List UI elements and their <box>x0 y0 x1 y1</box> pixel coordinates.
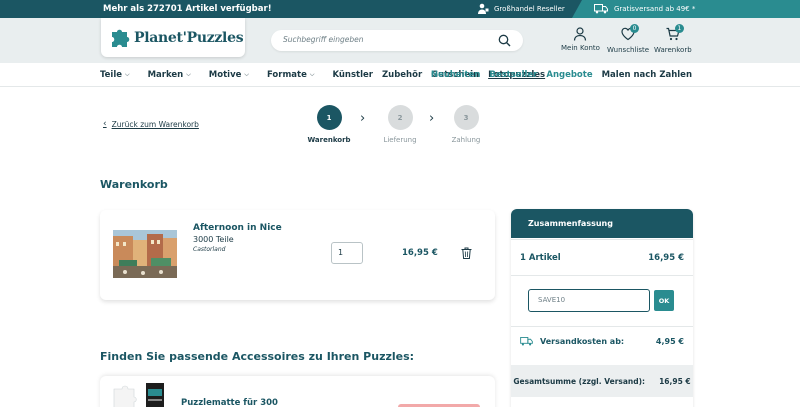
chevron-down-icon: ⌵ <box>186 71 191 78</box>
cart-count-badge: 1 <box>674 24 684 33</box>
step-label: Zahlung <box>451 136 481 144</box>
nav-item-bestseller[interactable]: Bestseller <box>489 70 537 80</box>
reseller-label: Großhandel Reseller <box>494 5 565 13</box>
shipping-banner: Gratisversand ab 49€ * <box>572 0 800 18</box>
quantity-input[interactable]: 1 <box>331 242 363 264</box>
account-button[interactable]: Mein Konto <box>561 27 600 52</box>
shipping-cost-row: Versandkosten ab: 4,95 € <box>520 337 684 346</box>
shipping-cost-price: 4,95 € <box>655 337 684 346</box>
coupon-apply-button[interactable]: OK <box>654 290 674 311</box>
summary-heading: Zusammenfassung <box>511 209 693 238</box>
accessory-image[interactable] <box>112 379 167 407</box>
chevron-down-icon: ⌵ <box>125 71 130 78</box>
nav-item-motive[interactable]: Motive ⌵ <box>209 70 258 80</box>
wishlist-label: Wunschliste <box>607 46 650 54</box>
truck-icon <box>520 337 533 346</box>
nav-item-angebote[interactable]: Angebote <box>546 70 592 80</box>
step-label: Lieferung <box>383 136 417 144</box>
reseller-icon <box>478 3 489 14</box>
site-logo[interactable]: Planet'Puzzles <box>101 18 245 57</box>
promo-text: Mehr als 272701 Artikel verfügbar! <box>103 4 272 14</box>
divider <box>511 326 693 327</box>
summary-items-price: 16,95 € <box>648 253 684 263</box>
trash-icon[interactable] <box>461 247 472 259</box>
nav-highlights: Neuheiten Bestseller Angebote Malen nach… <box>431 70 692 80</box>
cart-item: Afternoon in Nice 3000 Teile Castorland … <box>100 210 495 300</box>
back-link-label: Zurück zum Warenkorb <box>111 119 199 129</box>
divider <box>511 239 693 240</box>
search-input[interactable]: Suchbegriff eingeben <box>271 30 523 51</box>
wishlist-button[interactable]: 0 Wunschliste <box>607 24 650 54</box>
product-name[interactable]: Afternoon in Nice <box>193 223 282 233</box>
shipping-text: Gratisversand ab 49€ * <box>614 5 696 13</box>
nav-item-kuenstler[interactable]: Künstler <box>332 70 373 80</box>
step-lieferung: 2 Lieferung <box>381 105 419 144</box>
chevron-right-icon: › <box>429 111 435 126</box>
step-label: Warenkorb <box>307 136 351 144</box>
nav-item-zubehoer[interactable]: Zubehör <box>382 70 422 80</box>
reseller-link[interactable]: Großhandel Reseller <box>477 2 565 16</box>
total-label: Gesamtsumme (zzgl. Versand): <box>513 376 646 386</box>
step-warenkorb: 1 Warenkorb <box>307 105 351 144</box>
accessories-heading: Finden Sie passende Accessoires zu Ihren… <box>100 350 415 363</box>
account-label: Mein Konto <box>561 44 600 52</box>
back-to-cart-link[interactable]: ‹ Zurück zum Warenkorb <box>103 119 199 129</box>
logo-text: Planet'Puzzles <box>134 29 244 46</box>
search-placeholder: Suchbegriff eingeben <box>283 35 364 44</box>
nav-item-teile[interactable]: Teile ⌵ <box>100 70 139 80</box>
cart-label: Warenkorb <box>654 46 692 54</box>
summary-items-label: 1 Artikel <box>520 253 561 263</box>
total-price: 16,95 € <box>659 376 691 386</box>
order-summary: Zusammenfassung 1 Artikel 16,95 € SAVE10… <box>511 209 693 407</box>
search-icon[interactable] <box>498 34 511 47</box>
step-zahlung: 3 Zahlung <box>447 105 485 144</box>
truck-icon <box>594 4 608 14</box>
cart-heading: Warenkorb <box>100 178 168 191</box>
product-image[interactable] <box>113 230 177 278</box>
nav-item-malen-nach-zahlen[interactable]: Malen nach Zahlen <box>602 70 692 80</box>
chevron-left-icon: ‹ <box>103 119 107 129</box>
divider <box>511 275 693 276</box>
top-bar: Mehr als 272701 Artikel verfügbar! Großh… <box>0 0 800 18</box>
cart-button[interactable]: 1 Warenkorb <box>654 24 692 54</box>
chevron-down-icon: ⌵ <box>244 71 249 78</box>
nav-item-neuheiten[interactable]: Neuheiten <box>431 70 481 80</box>
site-header: Planet'Puzzles Suchbegriff eingeben Mein… <box>0 18 800 63</box>
nav-item-formate[interactable]: Formate ⌵ <box>267 70 323 80</box>
main-nav: Teile ⌵ Marken ⌵ Motive ⌵ Formate ⌵ Künstler… <box>0 63 800 87</box>
puzzle-piece-icon <box>112 29 130 47</box>
product-brand: Castorland <box>193 246 226 253</box>
summary-items-row: 1 Artikel 16,95 € <box>520 253 684 263</box>
user-icon <box>574 27 587 41</box>
shipping-cost-label: Versandkosten ab: <box>540 337 625 346</box>
step-number: 2 <box>387 105 413 130</box>
chevron-down-icon: ⌵ <box>309 71 315 78</box>
product-price: 16,95 € <box>402 248 438 258</box>
step-number: 3 <box>453 105 479 130</box>
step-number: 1 <box>316 105 342 130</box>
product-pieces: 3000 Teile <box>193 235 234 244</box>
wishlist-count-badge: 0 <box>630 24 640 33</box>
chevron-right-icon: › <box>360 111 366 126</box>
total-row: Gesamtsumme (zzgl. Versand): 16,95 € <box>511 365 693 397</box>
accessory-name[interactable]: Puzzlematte für 300 <box>181 398 278 407</box>
nav-item-marken[interactable]: Marken ⌵ <box>148 70 200 80</box>
coupon-input[interactable]: SAVE10 <box>528 289 650 312</box>
accessory-item: Puzzlematte für 300 <box>100 376 495 407</box>
